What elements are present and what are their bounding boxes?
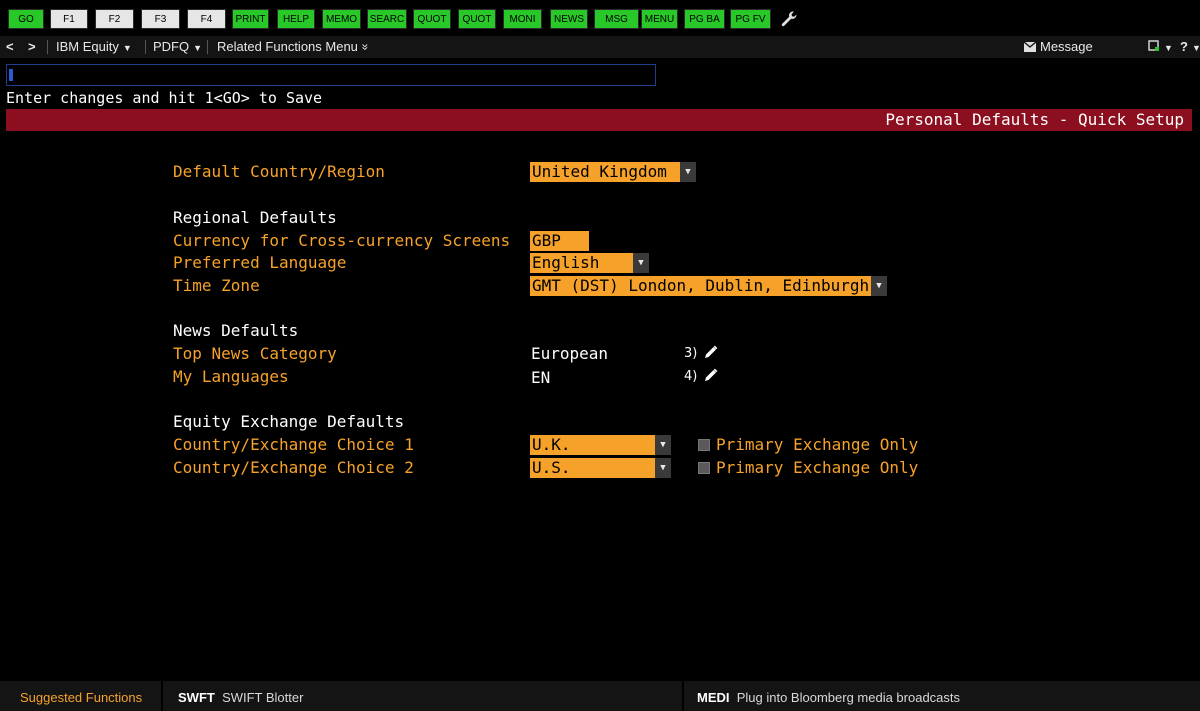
top-news-category-number: 3)	[684, 346, 698, 361]
nav-divider	[145, 40, 146, 54]
key-page-back[interactable]: PG BA	[684, 9, 725, 29]
bar-divider	[682, 681, 684, 711]
security-label: IBM Equity	[56, 39, 119, 54]
chevron-down-icon: ▼	[871, 276, 887, 296]
country-value: United Kingdom	[532, 162, 667, 181]
language-value: English	[532, 253, 600, 272]
page-title: Personal Defaults - Quick Setup	[885, 110, 1184, 129]
my-languages-value: EN	[531, 368, 551, 387]
key-menu[interactable]: MENU	[641, 9, 678, 29]
related-functions-menu[interactable]: Related Functions Menu »	[217, 39, 372, 54]
exchange-choice-2-label: Country/Exchange Choice 2	[173, 458, 414, 477]
function-mnemonic: MEDI	[697, 690, 730, 705]
key-page-forward[interactable]: PG FV	[730, 9, 771, 29]
exchange-choice-2-value: U.S.	[532, 458, 571, 477]
exchange-choice-1-dropdown[interactable]: U.K. ▼	[530, 435, 671, 455]
help-label: ?	[1180, 39, 1188, 54]
chevron-down-icon: ▼	[1191, 43, 1200, 53]
chevron-down-icon: ▼	[655, 458, 671, 478]
currency-label: Currency for Cross-currency Screens	[173, 231, 511, 250]
language-label: Preferred Language	[173, 253, 347, 272]
top-news-category-value: European	[531, 344, 609, 363]
window-options-button[interactable]: ▼	[1148, 39, 1173, 54]
key-help[interactable]: HELP	[277, 9, 315, 29]
key-f3[interactable]: F3	[141, 9, 180, 29]
chevron-down-icon: ▼	[633, 253, 649, 273]
security-selector[interactable]: IBM Equity ▼	[56, 39, 132, 54]
exchange-choice-1-value: U.K.	[532, 435, 571, 454]
pencil-icon[interactable]	[704, 345, 718, 359]
key-print[interactable]: PRINT	[232, 9, 269, 29]
key-f1[interactable]: F1	[50, 9, 88, 29]
double-chevron-down-icon: »	[357, 43, 372, 51]
navigation-bar: < > IBM Equity ▼ PDFQ ▼ Related Functions …	[0, 36, 1200, 58]
currency-input[interactable]: GBP	[530, 231, 589, 251]
my-languages-label: My Languages	[173, 367, 289, 386]
key-news[interactable]: NEWS	[550, 9, 588, 29]
chevron-down-icon: ▼	[655, 435, 671, 455]
key-msg[interactable]: MSG	[594, 9, 639, 29]
function-description: SWIFT Blotter	[222, 690, 304, 705]
page-title-bar: Personal Defaults - Quick Setup	[6, 109, 1192, 131]
my-languages-number: 4)	[684, 369, 698, 384]
key-quote-2[interactable]: QUOT	[458, 9, 496, 29]
country-label: Default Country/Region	[173, 162, 385, 181]
exchange-choice-1-label: Country/Exchange Choice 1	[173, 435, 414, 454]
top-news-category-label: Top News Category	[173, 344, 337, 363]
key-memo[interactable]: MEMO	[322, 9, 361, 29]
function-mnemonic: SWFT	[178, 690, 215, 705]
key-monitor[interactable]: MONI	[503, 9, 542, 29]
regional-defaults-heading: Regional Defaults	[173, 208, 337, 227]
function-selector[interactable]: PDFQ ▼	[153, 39, 202, 54]
chevron-down-icon: ▼	[193, 43, 203, 53]
key-f4[interactable]: F4	[187, 9, 226, 29]
timezone-label: Time Zone	[173, 276, 260, 295]
suggested-function-swft[interactable]: SWFT SWIFT Blotter	[178, 690, 303, 705]
chevron-down-icon: ▼	[680, 162, 696, 182]
country-dropdown[interactable]: United Kingdom ▼	[530, 162, 696, 182]
wrench-icon[interactable]	[780, 10, 798, 28]
function-description: Plug into Bloomberg media broadcasts	[736, 690, 961, 705]
envelope-icon	[1023, 41, 1037, 52]
command-line-input[interactable]	[6, 64, 656, 86]
message-label: Message	[1040, 39, 1093, 54]
function-key-bar: GO F1 F2 F3 F4 PRINT HELP MEMO SEARC QUO…	[0, 0, 1200, 36]
suggested-functions-label[interactable]: Suggested Functions	[20, 690, 142, 705]
save-instructions: Enter changes and hit 1<GO> to Save	[6, 89, 323, 107]
chevron-down-icon: ▼	[1164, 43, 1173, 53]
forward-button[interactable]: >	[28, 39, 36, 54]
key-f2[interactable]: F2	[95, 9, 134, 29]
help-button[interactable]: ? ▼	[1180, 39, 1200, 54]
text-cursor	[9, 69, 13, 81]
back-button[interactable]: <	[6, 39, 14, 54]
related-functions-label: Related Functions Menu	[217, 39, 358, 54]
primary-exchange-only-label-1: Primary Exchange Only	[716, 435, 919, 454]
message-button[interactable]: Message	[1023, 39, 1093, 54]
timezone-dropdown[interactable]: GMT (DST) London, Dublin, Edinburgh, Li …	[530, 276, 887, 296]
language-dropdown[interactable]: English ▼	[530, 253, 649, 273]
nav-divider	[207, 40, 208, 54]
primary-exchange-only-checkbox-2[interactable]	[698, 462, 710, 474]
bar-divider	[161, 681, 163, 711]
key-search[interactable]: SEARC	[367, 9, 407, 29]
pencil-icon[interactable]	[704, 368, 718, 382]
primary-exchange-only-checkbox-1[interactable]	[698, 439, 710, 451]
equity-exchange-defaults-heading: Equity Exchange Defaults	[173, 412, 405, 431]
window-icon	[1148, 40, 1159, 51]
key-quote-1[interactable]: QUOT	[413, 9, 451, 29]
primary-exchange-only-label-2: Primary Exchange Only	[716, 458, 919, 477]
chevron-down-icon: ▼	[122, 43, 132, 53]
function-label: PDFQ	[153, 39, 190, 54]
suggested-functions-bar: Suggested Functions SWFT SWIFT Blotter M…	[0, 681, 1200, 711]
news-defaults-heading: News Defaults	[173, 321, 299, 340]
nav-divider	[47, 40, 48, 54]
timezone-value: GMT (DST) London, Dublin, Edinburgh, Li	[532, 276, 887, 295]
suggested-function-medi[interactable]: MEDI Plug into Bloomberg media broadcast…	[697, 690, 960, 705]
exchange-choice-2-dropdown[interactable]: U.S. ▼	[530, 458, 671, 478]
key-go[interactable]: GO	[8, 9, 44, 29]
